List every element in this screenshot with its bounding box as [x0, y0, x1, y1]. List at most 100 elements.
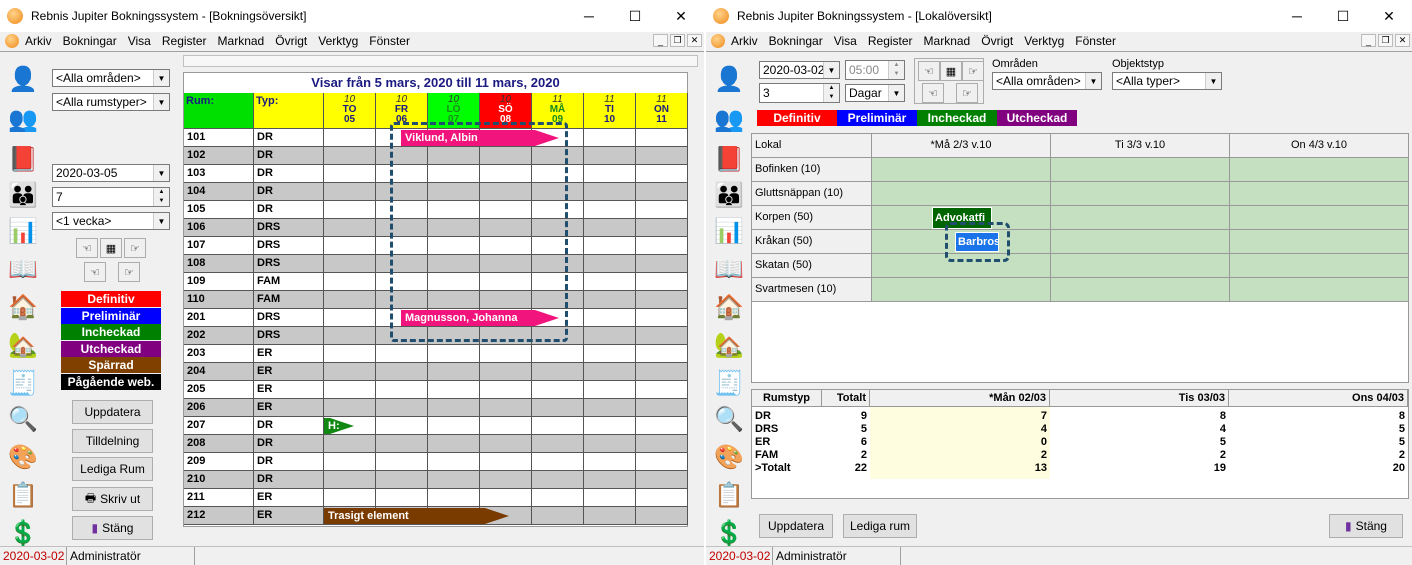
day-cell[interactable] [480, 489, 532, 507]
day-cell[interactable] [376, 489, 428, 507]
minimize-button[interactable]: ─ [1274, 0, 1320, 32]
venue-day-cell[interactable] [1051, 182, 1230, 206]
free-rooms-button[interactable]: Lediga rum [843, 514, 917, 538]
day-cell[interactable] [584, 183, 636, 201]
venue-name[interactable]: Skatan (50) [752, 254, 872, 278]
day-cell[interactable] [532, 471, 584, 489]
date-picker[interactable]: 2020-03-05 ▼ [52, 164, 170, 182]
day-cell[interactable] [584, 507, 636, 525]
search-doc-icon[interactable]: 🔍 [7, 404, 39, 434]
day-cell[interactable] [324, 327, 376, 345]
group-icon[interactable]: 👪 [7, 180, 39, 210]
day-col-header-0[interactable]: *Må 2/3 v.10 [872, 134, 1051, 158]
book-icon[interactable]: 📕 [713, 144, 745, 174]
venue-day-cell[interactable] [1230, 278, 1409, 302]
day-cell[interactable] [584, 147, 636, 165]
day-cell[interactable] [584, 273, 636, 291]
calendar-icon[interactable]: ▦ [940, 61, 962, 81]
update-button[interactable]: Uppdatera [759, 514, 833, 538]
prev-fast-icon[interactable]: ☜ [922, 83, 944, 103]
day-cell[interactable] [428, 345, 480, 363]
day-cell[interactable] [532, 435, 584, 453]
mdi-app-icon[interactable] [5, 34, 19, 48]
title-bar[interactable]: Rebnis Jupiter Bokningssystem - [Bokning… [0, 0, 704, 32]
color-palette-icon[interactable]: 🎨 [7, 442, 39, 472]
menu-fonster[interactable]: Fönster [1075, 34, 1116, 48]
unit-select[interactable]: Dagar ▼ [845, 84, 905, 102]
day-cell[interactable] [636, 147, 688, 165]
guests-icon[interactable]: 👥 [713, 104, 745, 134]
mdi-restore-icon[interactable]: ❐ [670, 34, 685, 47]
venue-day-cell[interactable] [1230, 206, 1409, 230]
book-icon[interactable]: 📕 [7, 144, 39, 174]
menu-fonster[interactable]: Fönster [369, 34, 410, 48]
day-cell[interactable] [324, 453, 376, 471]
venue-day-cell[interactable] [1230, 230, 1409, 254]
day-cell[interactable] [636, 165, 688, 183]
venue-name[interactable]: Gluttsnäppan (10) [752, 182, 872, 206]
prev-hand-icon[interactable]: ☜ [76, 238, 98, 258]
day-cell[interactable] [584, 237, 636, 255]
day-cell[interactable] [480, 453, 532, 471]
venue-name[interactable]: Korpen (50) [752, 206, 872, 230]
day-cell[interactable] [584, 219, 636, 237]
day-cell[interactable] [324, 381, 376, 399]
mdi-app-icon[interactable] [711, 34, 725, 48]
prev-fast-icon[interactable]: ☜ [84, 262, 106, 282]
day-cell[interactable] [324, 435, 376, 453]
area-select[interactable]: <Alla områden> ▼ [52, 69, 170, 87]
day-cell[interactable] [324, 273, 376, 291]
day-cell[interactable] [324, 471, 376, 489]
menu-verktyg[interactable]: Verktyg [1024, 34, 1064, 48]
money-icon[interactable]: 💲 [713, 518, 745, 548]
menu-bokningar[interactable]: Bokningar [769, 34, 823, 48]
day-cell[interactable] [636, 201, 688, 219]
day-cell[interactable] [636, 219, 688, 237]
clipboard-icon[interactable]: 📋 [713, 480, 745, 510]
day-cell[interactable] [532, 453, 584, 471]
day-col-header-2[interactable]: On 4/3 v.10 [1230, 134, 1409, 158]
venue-day-cell[interactable] [1230, 254, 1409, 278]
day-cell[interactable] [376, 453, 428, 471]
venue-date-picker[interactable]: 2020-03-02 ▼ [759, 61, 840, 79]
day-cell[interactable] [636, 507, 688, 525]
day-cell[interactable] [584, 309, 636, 327]
menu-bokningar[interactable]: Bokningar [63, 34, 117, 48]
day-cell[interactable] [532, 489, 584, 507]
day-cell[interactable] [584, 165, 636, 183]
day-cell[interactable] [584, 363, 636, 381]
day-cell[interactable] [636, 453, 688, 471]
spinner-arrows-icon[interactable]: ▲ ▼ [153, 188, 169, 206]
day-cell[interactable] [480, 435, 532, 453]
day-col-header-1[interactable]: Ti 3/3 v.10 [1051, 134, 1230, 158]
cash-register-icon[interactable]: 🧾 [7, 368, 39, 398]
next-hand-icon[interactable]: ☞ [962, 61, 984, 81]
money-icon[interactable]: 💲 [7, 518, 39, 548]
mdi-minimize-icon[interactable]: _ [653, 34, 668, 47]
close-button[interactable]: ✕ [1366, 0, 1412, 32]
mdi-close-icon[interactable]: ✕ [687, 34, 702, 47]
day-cell[interactable] [532, 417, 584, 435]
day-cell[interactable] [636, 363, 688, 381]
day-cell[interactable] [532, 345, 584, 363]
day-cell[interactable] [636, 183, 688, 201]
period-select[interactable]: <1 vecka> ▼ [52, 212, 170, 230]
menu-visa[interactable]: Visa [128, 34, 151, 48]
day-cell[interactable] [376, 381, 428, 399]
day-cell[interactable] [324, 291, 376, 309]
day-cell[interactable] [428, 453, 480, 471]
menu-marknad[interactable]: Marknad [924, 34, 971, 48]
day-cell[interactable] [324, 183, 376, 201]
print-button[interactable]: 🖶 Skriv ut [72, 487, 153, 511]
clipboard-icon[interactable]: 📋 [7, 480, 39, 510]
allocation-button[interactable]: Tilldelning [72, 429, 153, 453]
clock-book-icon[interactable]: 📖 [7, 254, 39, 284]
guest-icon[interactable]: 👤 [713, 64, 745, 94]
day-cell[interactable] [636, 381, 688, 399]
house-key-icon[interactable]: 🏡 [713, 330, 745, 360]
day-cell[interactable] [584, 129, 636, 147]
day-cell[interactable] [584, 489, 636, 507]
day-cell[interactable] [428, 435, 480, 453]
venue-name[interactable]: Svartmesen (10) [752, 278, 872, 302]
day-cell[interactable] [376, 399, 428, 417]
